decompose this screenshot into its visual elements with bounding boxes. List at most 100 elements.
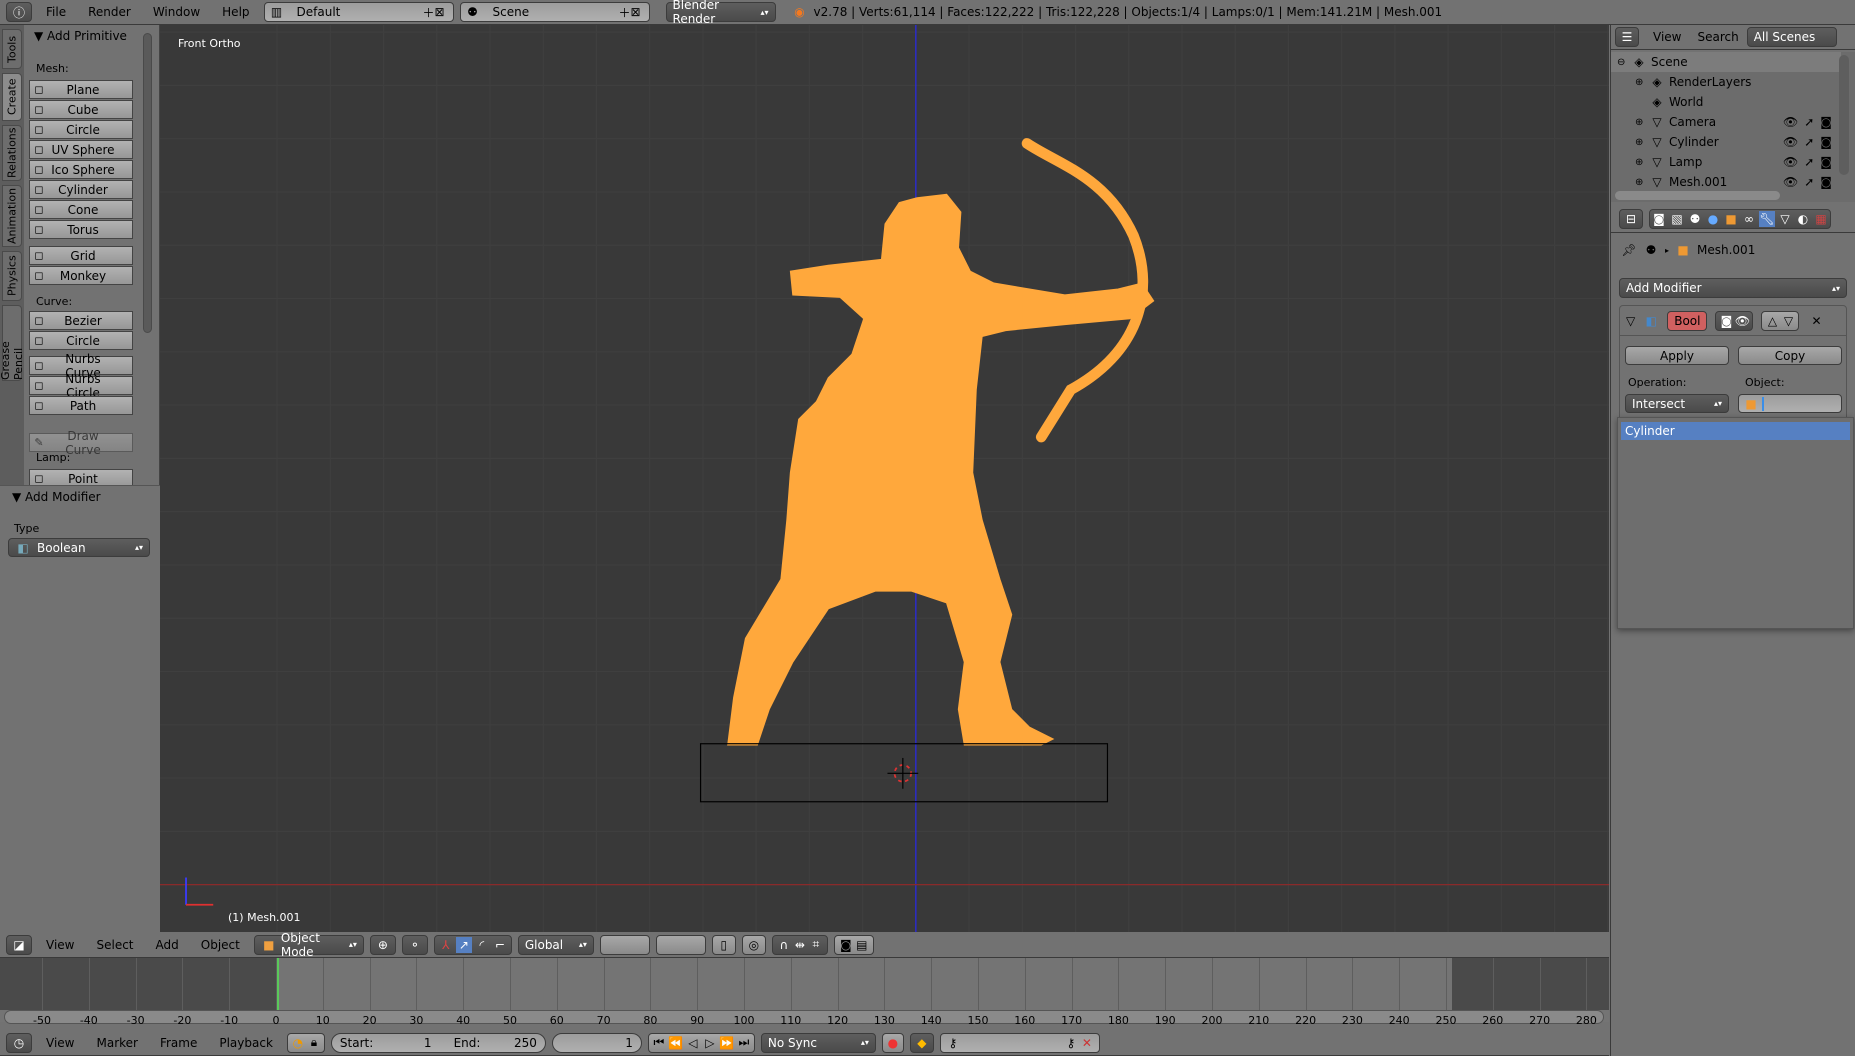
- constraints-tab-icon[interactable]: ∞: [1741, 211, 1757, 227]
- visibility-icon[interactable]: 👁︎: [1783, 155, 1798, 169]
- render-buttons[interactable]: ◙ ▤: [833, 934, 874, 955]
- lock-layers-button[interactable]: ▯: [711, 934, 736, 955]
- timeline-area[interactable]: [0, 958, 1609, 1024]
- menu-frame[interactable]: Frame: [152, 1036, 205, 1050]
- renderable-icon[interactable]: ◙: [1820, 155, 1832, 169]
- current-frame-field[interactable]: 1: [551, 1032, 642, 1053]
- expand-icon[interactable]: ⊕: [1635, 117, 1649, 128]
- add-cube-button[interactable]: ◻ Cube: [29, 100, 133, 119]
- menu-select[interactable]: Select: [88, 938, 141, 952]
- object-field[interactable]: ■: [1738, 394, 1842, 413]
- manipulator-group[interactable]: ⅄ ↗ ◜ ⌐: [433, 934, 512, 955]
- delete-keyframe-icon[interactable]: ✕: [1079, 1035, 1095, 1051]
- render-animation-icon[interactable]: ▤: [854, 937, 870, 953]
- texture-tab-icon[interactable]: ▦: [1813, 211, 1829, 227]
- orientation-select[interactable]: Global ▴▾: [517, 934, 594, 955]
- move-down-icon[interactable]: ▽: [1780, 313, 1796, 329]
- timeline-editor-type-button[interactable]: ◷: [6, 1032, 32, 1053]
- mode-select[interactable]: ■ Object Mode ▴▾: [253, 931, 364, 959]
- render-layers-tab-icon[interactable]: ▧: [1669, 211, 1685, 227]
- manipulator-icon[interactable]: ⅄: [438, 937, 454, 953]
- add-modifier-select[interactable]: Add Modifier ▴▾: [1619, 278, 1847, 298]
- expand-icon[interactable]: ⊕: [1635, 177, 1649, 188]
- remove-scene-icon[interactable]: ⊠: [630, 5, 640, 19]
- dropdown-item-cylinder[interactable]: Cylinder: [1621, 422, 1850, 440]
- outliner-item-world[interactable]: ◈ World: [1611, 92, 1841, 112]
- menu-window[interactable]: Window: [145, 5, 208, 19]
- jump-end-icon[interactable]: ⏭: [736, 1035, 752, 1051]
- selectable-icon[interactable]: ➚: [1804, 155, 1814, 169]
- expand-icon[interactable]: ⊕: [1635, 157, 1649, 168]
- visibility-icon[interactable]: 👁︎: [1783, 115, 1798, 129]
- tab-physics[interactable]: Physics: [2, 251, 22, 301]
- editor-type-button[interactable]: ◪: [6, 934, 32, 955]
- copy-button[interactable]: Copy: [1738, 346, 1842, 365]
- operator-panel-header[interactable]: ▼ Add Modifier: [12, 490, 101, 504]
- selectable-icon[interactable]: ➚: [1804, 135, 1814, 149]
- modifier-move-buttons[interactable]: △ ▽: [1761, 310, 1800, 331]
- expand-icon[interactable]: ⊕: [1635, 137, 1649, 148]
- draw-curve-button[interactable]: ✎ Draw Curve: [29, 429, 133, 457]
- end-field[interactable]: 250: [484, 1036, 537, 1050]
- remove-modifier-icon[interactable]: ✕: [1811, 314, 1821, 328]
- add-grid-button[interactable]: ◻ Grid: [29, 246, 133, 265]
- insert-keyframe-icon[interactable]: ⚷: [1063, 1035, 1079, 1051]
- material-tab-icon[interactable]: ◐: [1795, 211, 1811, 227]
- outliner-menu-view[interactable]: View: [1645, 30, 1689, 44]
- scene-selector[interactable]: ⚉ Scene ＋ ⊠: [459, 2, 650, 22]
- add-circle-button[interactable]: ◻ Circle: [29, 120, 133, 139]
- pivot-select[interactable]: ⚬: [401, 934, 428, 955]
- next-keyframe-icon[interactable]: ⏩: [719, 1035, 735, 1051]
- add-monkey-button[interactable]: ◻ Monkey: [29, 266, 133, 285]
- properties-context-tabs[interactable]: ◙ ▧ ⚉ ● ■ ∞ 🔧︎ ▽ ◐ ▦: [1649, 208, 1831, 229]
- tab-relations[interactable]: Relations: [2, 125, 22, 181]
- tab-create[interactable]: Create: [2, 73, 22, 121]
- modifiers-tab-icon[interactable]: 🔧︎: [1759, 210, 1775, 227]
- add-layout-icon[interactable]: ＋: [422, 4, 434, 21]
- add-cone-button[interactable]: ◻ Cone: [29, 200, 133, 219]
- screen-layout-selector[interactable]: ▥ Default ＋ ⊠: [263, 2, 454, 22]
- outliner-item-lamp[interactable]: ⊕ ▽ Lamp 👁︎ ➚ ◙: [1611, 152, 1841, 172]
- remove-layout-icon[interactable]: ⊠: [434, 5, 444, 19]
- renderable-icon[interactable]: ◙: [1820, 135, 1832, 149]
- render-toggle-icon[interactable]: ◙: [1718, 313, 1734, 329]
- info-editor-type-button[interactable]: ⓘ: [6, 2, 32, 22]
- add-ico-sphere-button[interactable]: ◻ Ico Sphere: [29, 160, 133, 179]
- tab-grease-pencil[interactable]: Grease Pencil: [0, 305, 25, 381]
- add-uv-sphere-button[interactable]: ◻ UV Sphere: [29, 140, 133, 159]
- menu-help[interactable]: Help: [214, 5, 257, 19]
- tab-animation[interactable]: Animation: [2, 185, 22, 247]
- apply-button[interactable]: Apply: [1625, 346, 1729, 365]
- timeline-scrollbar[interactable]: [4, 1010, 1604, 1024]
- translate-icon[interactable]: ↗: [455, 936, 472, 953]
- play-icon[interactable]: ▷: [702, 1035, 718, 1051]
- outliner-item-scene[interactable]: ⊖ ◈ Scene: [1611, 52, 1841, 72]
- selectable-icon[interactable]: ➚: [1804, 175, 1814, 189]
- add-plane-button[interactable]: ◻ Plane: [29, 80, 133, 99]
- world-tab-icon[interactable]: ●: [1705, 211, 1721, 227]
- pin-icon[interactable]: 📌︎: [1621, 242, 1637, 258]
- lock-icon[interactable]: 🔒︎: [306, 1035, 322, 1051]
- menu-add[interactable]: Add: [148, 938, 187, 952]
- expand-icon[interactable]: ⊕: [1635, 77, 1649, 88]
- modifier-name-field[interactable]: Bool: [1667, 310, 1708, 331]
- object-tab-icon[interactable]: ■: [1723, 211, 1739, 227]
- viewport-toggle-icon[interactable]: 👁︎: [1734, 313, 1750, 329]
- visibility-icon[interactable]: 👁︎: [1783, 135, 1798, 149]
- outliner-item-cylinder[interactable]: ⊕ ▽ Cylinder 👁︎ ➚ ◙: [1611, 132, 1841, 152]
- outliner-editor-type[interactable]: ☰: [1615, 27, 1639, 47]
- tab-tools[interactable]: Tools: [2, 29, 22, 69]
- outliner-scrollbar-h[interactable]: [1615, 191, 1780, 200]
- layers-group-1[interactable]: [599, 934, 650, 955]
- scene-tab-icon[interactable]: ⚉: [1687, 211, 1703, 227]
- menu-view[interactable]: View: [38, 938, 82, 952]
- keying-mode-select[interactable]: ◆: [909, 1032, 934, 1053]
- menu-render[interactable]: Render: [80, 5, 139, 19]
- snap-magnet-icon[interactable]: ∩: [776, 937, 792, 953]
- move-up-icon[interactable]: △: [1764, 313, 1780, 329]
- add-circle-button[interactable]: ◻ Circle: [29, 331, 133, 350]
- viewport-shading-select[interactable]: ⊕: [369, 934, 396, 955]
- snap-target-icon[interactable]: ⌗: [808, 937, 824, 953]
- playback-controls[interactable]: ⏮ ⏪ ◁ ▷ ⏩ ⏭: [647, 1032, 755, 1053]
- render-tab-icon[interactable]: ◙: [1651, 211, 1667, 227]
